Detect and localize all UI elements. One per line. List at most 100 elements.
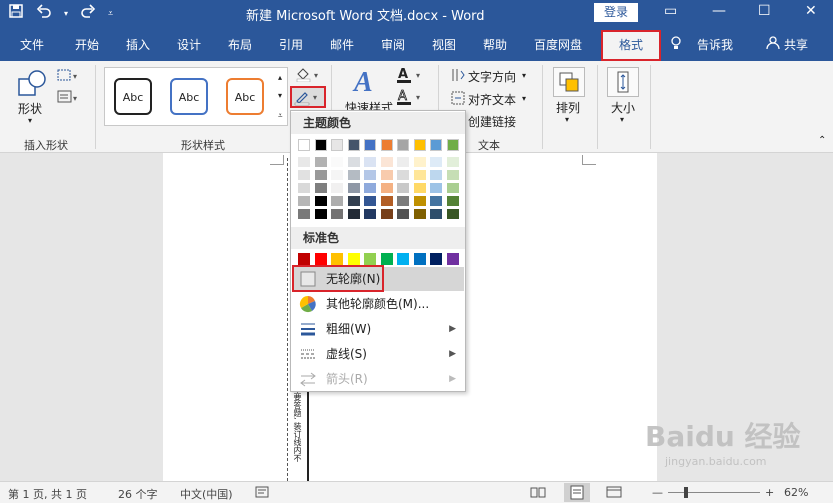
text-direction-button[interactable]: 文字方向 bbox=[468, 68, 516, 85]
theme-color-shade[interactable] bbox=[298, 183, 310, 193]
quick-styles-icon[interactable]: A bbox=[352, 65, 382, 98]
theme-color-swatch[interactable] bbox=[364, 139, 376, 151]
theme-color-shade[interactable] bbox=[446, 209, 459, 219]
theme-color-shade[interactable] bbox=[430, 170, 442, 180]
ribbon-display-icon[interactable]: ▭ bbox=[664, 3, 677, 19]
tab-home[interactable]: 开始 bbox=[75, 36, 99, 53]
arrange-button-label[interactable]: 排列 bbox=[556, 99, 580, 116]
standard-color-swatch[interactable] bbox=[380, 253, 393, 265]
theme-color-shade[interactable] bbox=[446, 170, 459, 180]
login-button[interactable]: 登录 bbox=[594, 3, 638, 22]
tab-help[interactable]: 帮助 bbox=[483, 36, 507, 53]
theme-color-shade[interactable] bbox=[413, 170, 426, 180]
standard-color-swatch[interactable] bbox=[298, 253, 310, 265]
theme-color-shade[interactable] bbox=[430, 196, 442, 206]
theme-color-shade[interactable] bbox=[331, 196, 343, 206]
align-text-button[interactable]: 对齐文本 bbox=[468, 91, 516, 108]
undo-icon[interactable] bbox=[36, 3, 52, 24]
theme-color-swatch[interactable] bbox=[397, 139, 409, 151]
lightbulb-icon[interactable] bbox=[670, 36, 682, 53]
person-icon[interactable] bbox=[766, 36, 780, 53]
web-layout-icon[interactable] bbox=[606, 486, 622, 501]
print-layout-icon[interactable] bbox=[564, 483, 590, 502]
theme-color-shade[interactable] bbox=[380, 183, 393, 193]
theme-color-shade[interactable] bbox=[397, 196, 409, 206]
page-count[interactable]: 第 1 页, 共 1 页 bbox=[8, 486, 87, 502]
maximize-button[interactable]: ☐ bbox=[758, 3, 771, 19]
zoom-in-button[interactable]: + bbox=[765, 486, 774, 499]
theme-color-shade[interactable] bbox=[397, 209, 409, 219]
tab-design[interactable]: 设计 bbox=[177, 36, 201, 53]
theme-color-swatch[interactable] bbox=[446, 139, 459, 151]
tab-references[interactable]: 引用 bbox=[279, 36, 303, 53]
vertical-scrollbar[interactable] bbox=[819, 153, 833, 481]
collapse-ribbon-icon[interactable]: ⌃ bbox=[818, 135, 826, 146]
theme-color-shade[interactable] bbox=[331, 157, 343, 167]
gallery-more-icon[interactable]: ⩡ bbox=[278, 111, 283, 121]
size-dropdown-icon[interactable]: ▾ bbox=[620, 115, 624, 124]
theme-color-shade[interactable] bbox=[397, 183, 409, 193]
save-icon[interactable] bbox=[8, 3, 24, 24]
tab-insert[interactable]: 插入 bbox=[126, 36, 150, 53]
tab-format[interactable]: 格式 bbox=[601, 30, 661, 61]
standard-color-swatch[interactable] bbox=[446, 253, 459, 265]
theme-color-shade[interactable] bbox=[380, 209, 393, 219]
create-link-button[interactable]: 创建链接 bbox=[468, 113, 516, 130]
size-icon[interactable] bbox=[607, 67, 639, 97]
theme-color-shade[interactable] bbox=[413, 157, 426, 167]
standard-color-swatch[interactable] bbox=[364, 253, 376, 265]
theme-color-shade[interactable] bbox=[314, 157, 327, 167]
tab-tell-me[interactable]: 告诉我 bbox=[697, 36, 733, 53]
text-outline-icon[interactable]: A ▾ bbox=[396, 88, 426, 109]
zoom-level[interactable]: 62% bbox=[784, 486, 808, 499]
theme-color-swatch[interactable] bbox=[298, 139, 310, 151]
minimize-button[interactable]: — bbox=[712, 3, 726, 19]
standard-color-swatch[interactable] bbox=[347, 253, 360, 265]
align-text-icon[interactable] bbox=[450, 91, 466, 108]
theme-color-shade[interactable] bbox=[446, 196, 459, 206]
theme-color-shade[interactable] bbox=[430, 183, 442, 193]
shapes-button-label[interactable]: 形状 bbox=[18, 100, 42, 117]
tab-mailings[interactable]: 邮件 bbox=[330, 36, 354, 53]
theme-color-shade[interactable] bbox=[364, 170, 376, 180]
standard-color-swatch[interactable] bbox=[331, 253, 343, 265]
theme-color-shade[interactable] bbox=[347, 196, 360, 206]
read-mode-icon[interactable] bbox=[530, 486, 546, 501]
edit-shape-icon[interactable]: ▾ bbox=[56, 67, 82, 86]
theme-color-shade[interactable] bbox=[314, 209, 327, 219]
theme-color-shade[interactable] bbox=[298, 157, 310, 167]
theme-color-shade[interactable] bbox=[314, 183, 327, 193]
theme-color-shade[interactable] bbox=[397, 157, 409, 167]
arrange-icon[interactable] bbox=[553, 67, 585, 97]
standard-color-swatch[interactable] bbox=[430, 253, 442, 265]
shape-outline-button[interactable]: ▾ bbox=[290, 86, 326, 108]
theme-color-swatch[interactable] bbox=[413, 139, 426, 151]
tab-view[interactable]: 视图 bbox=[432, 36, 456, 53]
theme-color-shade[interactable] bbox=[331, 209, 343, 219]
shapes-dropdown-icon[interactable]: ▾ bbox=[28, 116, 32, 125]
tab-layout[interactable]: 布局 bbox=[228, 36, 252, 53]
tab-review[interactable]: 审阅 bbox=[381, 36, 405, 53]
theme-color-shade[interactable] bbox=[364, 157, 376, 167]
shape-fill-icon[interactable]: ▾ bbox=[294, 66, 324, 85]
theme-color-swatch[interactable] bbox=[380, 139, 393, 151]
undo-dropdown-icon[interactable]: ▾ bbox=[64, 4, 68, 24]
theme-color-shade[interactable] bbox=[331, 183, 343, 193]
theme-color-shade[interactable] bbox=[413, 209, 426, 219]
theme-color-shade[interactable] bbox=[347, 170, 360, 180]
theme-color-shade[interactable] bbox=[347, 183, 360, 193]
theme-color-shade[interactable] bbox=[430, 157, 442, 167]
theme-color-shade[interactable] bbox=[380, 170, 393, 180]
dashes-menu-item[interactable]: 虚线(S) ▶ bbox=[292, 342, 464, 366]
theme-color-shade[interactable] bbox=[364, 183, 376, 193]
size-button-label[interactable]: 大小 bbox=[611, 99, 635, 116]
theme-color-shade[interactable] bbox=[446, 157, 459, 167]
word-count[interactable]: 26 个字 bbox=[118, 486, 158, 502]
zoom-slider[interactable] bbox=[668, 492, 760, 493]
theme-color-swatch[interactable] bbox=[430, 139, 442, 151]
weight-menu-item[interactable]: 粗细(W) ▶ bbox=[292, 317, 464, 341]
theme-color-swatch[interactable] bbox=[331, 139, 343, 151]
redo-icon[interactable] bbox=[80, 3, 96, 24]
theme-color-shade[interactable] bbox=[397, 170, 409, 180]
theme-color-shade[interactable] bbox=[331, 170, 343, 180]
